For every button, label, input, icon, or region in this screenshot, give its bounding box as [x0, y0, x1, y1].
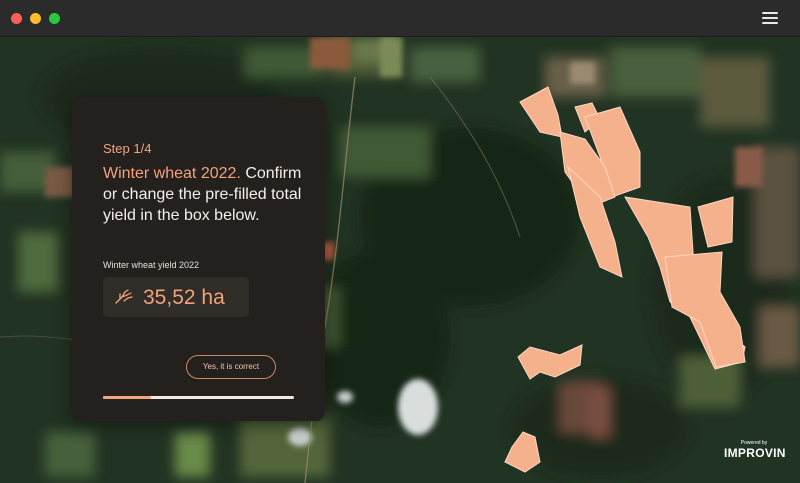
hamburger-menu-icon[interactable]: [762, 11, 778, 25]
heading-accent: Winter wheat 2022.: [103, 165, 241, 182]
yield-card: Step 1/4 Winter wheat 2022. Confirm or c…: [72, 97, 325, 421]
progress-bar: [103, 396, 294, 399]
maximize-window-button[interactable]: [49, 13, 60, 24]
improvin-logo: IMPROVIN: [724, 446, 786, 460]
minimize-window-button[interactable]: [30, 13, 41, 24]
confirm-button[interactable]: Yes, it is correct: [186, 355, 276, 379]
progress-fill: [103, 396, 151, 399]
yield-input[interactable]: 35,52 ha: [103, 277, 249, 317]
powered-by-badge[interactable]: Powered by IMPROVIN: [724, 440, 786, 460]
yield-value: 35,52 ha: [143, 286, 225, 309]
wheat-icon: [115, 289, 133, 304]
yield-field-label: Winter wheat yield 2022: [103, 260, 200, 270]
close-window-button[interactable]: [11, 13, 22, 24]
title-bar: [0, 0, 800, 37]
app-window: Step 1/4 Winter wheat 2022. Confirm or c…: [0, 0, 800, 483]
card-heading: Winter wheat 2022. Confirm or change the…: [103, 163, 313, 226]
step-indicator: Step 1/4: [103, 141, 152, 156]
